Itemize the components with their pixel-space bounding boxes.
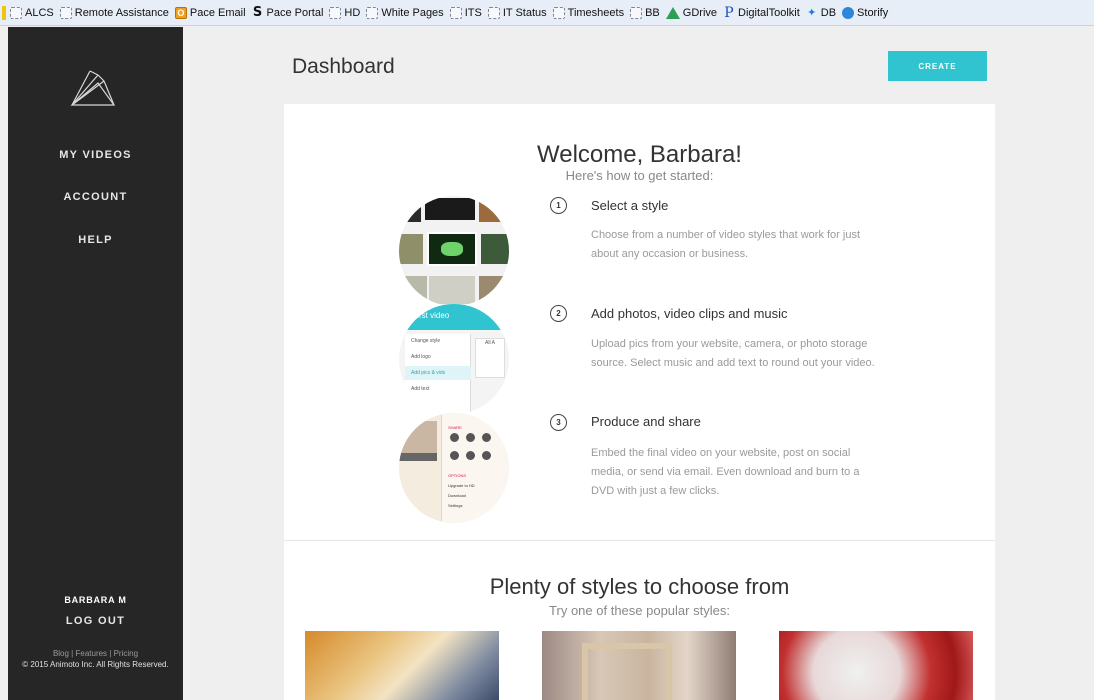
dropbox-icon: ✦	[807, 6, 817, 19]
sidebar: MY VIDEOS ACCOUNT HELP BARBARA M LOG OUT…	[8, 27, 183, 700]
option-download: Download	[448, 493, 466, 498]
folder-icon	[10, 6, 22, 19]
bookmark-remote-assistance[interactable]: Remote Assistance	[59, 6, 169, 19]
step-2-number: 2	[550, 305, 567, 322]
bookmark-label: Pace Email	[189, 6, 246, 19]
folder-icon	[487, 6, 500, 19]
welcome-card: Welcome, Barbara! Here's how to get star…	[284, 104, 995, 700]
styles-title: Plenty of styles to choose from	[489, 574, 790, 599]
menu-add-text: Add text	[411, 386, 430, 392]
menu-add-pics: Add pics & vids	[411, 370, 446, 376]
bookmark-hd[interactable]: HD	[329, 6, 361, 19]
user-name[interactable]: BARBARA M	[8, 595, 183, 605]
style-thumbnail-watercolor[interactable]	[305, 631, 499, 700]
bookmark-label: ALCS	[25, 6, 54, 19]
share-label: SHARE	[448, 425, 462, 430]
s-icon: S	[252, 4, 263, 20]
bookmark-label: HD	[344, 6, 361, 19]
bookmark-digitaltoolkit[interactable]: P DigitalToolkit	[723, 4, 800, 21]
storify-icon	[842, 6, 855, 19]
gdrive-icon	[665, 6, 680, 19]
menu-change-style: Change style	[411, 338, 441, 344]
create-button[interactable]: CREATE	[888, 51, 987, 81]
bookmark-bb[interactable]: BB	[630, 6, 660, 19]
style-thumbnail-frames[interactable]	[542, 631, 736, 700]
bookmark-label: BB	[645, 6, 660, 19]
step-3-description: Embed the final video on your website, p…	[591, 447, 860, 497]
footer-links: Blog | Features | Pricing	[52, 649, 139, 658]
bookmark-label: ITS	[464, 6, 482, 19]
page-title: Dashboard	[292, 55, 395, 78]
bookmark-pace-email[interactable]: O Pace Email	[174, 6, 246, 19]
options-label: OPTIONS	[448, 473, 467, 478]
step-3-title: Produce and share	[591, 414, 701, 429]
bookmark-gdrive[interactable]: GDrive	[665, 6, 718, 19]
folder-icon	[59, 6, 72, 19]
folder-icon	[552, 6, 565, 19]
footer-link-features[interactable]: Features	[75, 649, 107, 658]
bookmark-label: White Pages	[381, 6, 444, 19]
option-upgrade: Upgrade to HD	[448, 483, 475, 488]
window-edge	[2, 5, 6, 20]
office-icon: O	[174, 6, 187, 19]
section-divider	[284, 540, 995, 541]
folder-icon	[366, 6, 379, 19]
menu-add-logo: Add logo	[411, 354, 431, 360]
bookmark-storify[interactable]: Storify	[842, 6, 889, 19]
bookmark-label: Timesheets	[567, 6, 625, 19]
logout-link[interactable]: LOG OUT	[8, 615, 183, 627]
bookmark-its[interactable]: ITS	[449, 6, 482, 19]
nav-help[interactable]: HELP	[8, 234, 183, 246]
bookmark-alcs[interactable]: ALCS	[10, 6, 54, 19]
footer-link-pricing[interactable]: Pricing	[114, 649, 138, 658]
nav-account[interactable]: ACCOUNT	[8, 191, 183, 203]
bookmark-label: Storify	[857, 6, 889, 19]
produce-share-illustration: SHARE OPTIONS Upgrade to HD Download Set…	[399, 413, 509, 523]
folder-icon	[329, 6, 342, 19]
bookmarks-bar: ALCS Remote Assistance O Pace Email S Pace…	[0, 0, 1094, 26]
select-style-illustration	[399, 196, 509, 306]
step-1-title: Select a style	[591, 198, 669, 213]
bookmark-label: DB	[820, 6, 837, 19]
welcome-subtitle: Here's how to get started:	[565, 168, 714, 183]
step-2-description: Upload pics from your website, camera, o…	[591, 338, 875, 369]
add-photos-illustration: first video Change style Add logo Add pi…	[399, 304, 509, 414]
step-1-number: 1	[550, 197, 567, 214]
copyright: © 2015 Animoto Inc. All Rights Reserved.	[22, 660, 169, 669]
bookmark-label: GDrive	[682, 6, 718, 19]
footer-link-blog[interactable]: Blog	[53, 649, 69, 658]
step-1-description: Choose from a number of video styles tha…	[591, 229, 861, 260]
bookmark-it-status[interactable]: IT Status	[487, 6, 547, 19]
welcome-title: Welcome, Barbara!	[537, 141, 742, 168]
bookmark-label: IT Status	[502, 6, 547, 19]
bookmark-label: DigitalToolkit	[738, 6, 800, 19]
bookmark-white-pages[interactable]: White Pages	[366, 6, 444, 19]
editor-side-text: All A	[485, 340, 496, 346]
editor-header: first video	[415, 311, 450, 320]
step-3-number: 3	[550, 414, 567, 431]
bookmark-pace-portal[interactable]: S Pace Portal	[252, 4, 324, 20]
nav-my-videos[interactable]: MY VIDEOS	[8, 149, 183, 161]
bookmark-label: Pace Portal	[266, 6, 324, 19]
bookmark-db[interactable]: ✦ DB	[806, 7, 836, 19]
folder-icon	[449, 6, 462, 19]
styles-subtitle: Try one of these popular styles:	[549, 603, 730, 618]
bookmark-timesheets[interactable]: Timesheets	[552, 6, 625, 19]
bookmark-label: Remote Assistance	[74, 6, 169, 19]
p-icon: P	[724, 4, 734, 21]
folder-icon	[630, 6, 643, 19]
option-settings: Settings	[448, 503, 463, 508]
style-thumbnail-petals[interactable]	[779, 631, 973, 700]
step-2-title: Add photos, video clips and music	[591, 306, 788, 321]
animoto-logo-icon[interactable]	[68, 69, 118, 109]
